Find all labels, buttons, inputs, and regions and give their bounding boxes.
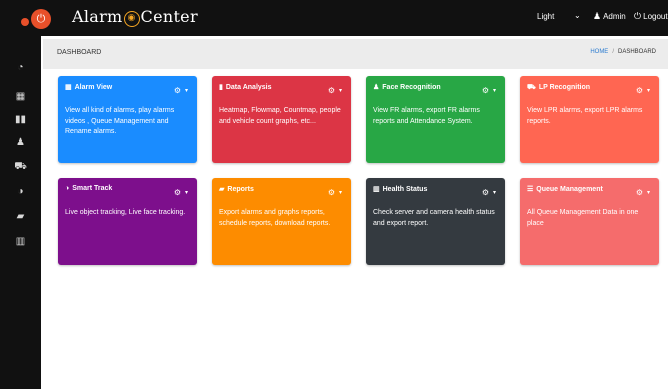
brand-text-center: Center: [140, 7, 198, 26]
gear-icon[interactable]: ⚙: [328, 86, 335, 95]
user-icon: ♟: [593, 11, 602, 21]
top-navbar: ⏻ Alarm ◉ Center Light ⌄ ♟ Admin ⏻ Logout: [0, 0, 668, 36]
logout-label: Logout: [643, 12, 668, 21]
logout-button[interactable]: ⏻ Logout: [634, 11, 668, 22]
user-icon[interactable]: ♟: [0, 137, 41, 148]
gear-icon[interactable]: ⚙: [328, 188, 335, 197]
admin-label: Admin: [603, 12, 626, 21]
card-title-label: Queue Management: [536, 186, 603, 193]
card-description: Live object tracking, Live face tracking…: [65, 209, 186, 216]
card-title: ☰ Queue Management: [527, 185, 603, 193]
card-title: ⛟ LP Recognition: [527, 83, 590, 92]
card-title: ▥ Health Status: [373, 185, 427, 193]
card-description: Check server and camera health status an…: [373, 209, 495, 227]
map-icon: ▮: [219, 84, 223, 91]
admin-menu[interactable]: ♟ Admin: [593, 11, 626, 22]
chevron-down-icon[interactable]: ⌄: [574, 11, 581, 20]
card-description: View LPR alarms, export LPR alarms repor…: [527, 107, 643, 125]
caret-down-icon[interactable]: ▾: [339, 87, 342, 94]
card-title-label: LP Recognition: [538, 84, 591, 91]
map-icon[interactable]: ▮▮: [0, 114, 41, 125]
user-icon: ♟: [373, 84, 380, 91]
page-title: DASHBOARD: [57, 49, 102, 56]
caret-down-icon[interactable]: ▾: [493, 189, 496, 196]
card-description: Heatmap, Flowmap, Countmap, people and v…: [219, 107, 341, 125]
breadcrumb: DASHBOARD HOME / DASHBOARD: [43, 39, 668, 69]
card-queue-management[interactable]: ☰ Queue Management ⚙ ▾ All Queue Management …: [520, 178, 659, 265]
app-root: ⏻ Alarm ◉ Center Light ⌄ ♟ Admin ⏻ Logout ◔ ▦…: [0, 0, 668, 389]
bell-icon: ◉: [123, 11, 140, 27]
file-icon[interactable]: ▰: [0, 211, 41, 222]
dashboard-icon[interactable]: ◔: [0, 62, 41, 73]
logout-icon: ⏻: [634, 11, 642, 21]
caret-down-icon[interactable]: ▾: [185, 87, 188, 94]
gear-icon[interactable]: ⚙: [636, 86, 643, 95]
caret-down-icon[interactable]: ▾: [647, 87, 650, 94]
contrast-icon: ◑: [65, 185, 70, 192]
gear-icon[interactable]: ⚙: [482, 86, 489, 95]
calendar-icon: ▦: [65, 84, 72, 91]
gear-icon[interactable]: ⚙: [636, 188, 643, 197]
card-description: All Queue Management Data in one place: [527, 209, 639, 227]
caret-down-icon[interactable]: ▾: [647, 189, 650, 196]
file-icon: ▰: [219, 186, 225, 193]
logo-dot: [21, 18, 29, 26]
breadcrumb-separator: /: [612, 49, 614, 55]
card-title-label: Health Status: [382, 186, 428, 193]
card-reports[interactable]: ▰ Reports ⚙ ▾ Export alarms and graphs repor…: [212, 178, 351, 265]
caret-down-icon[interactable]: ▾: [185, 189, 188, 196]
card-title: ◑ Smart Track: [65, 185, 112, 192]
brand-text-alarm: Alarm: [72, 7, 123, 26]
card-alarm-view[interactable]: ▦ Alarm View ⚙ ▾ View all kind of alarms, pl…: [58, 76, 197, 163]
card-description: Export alarms and graphs reports, schedu…: [219, 209, 331, 227]
gear-icon[interactable]: ⚙: [174, 188, 181, 197]
breadcrumb-current: DASHBOARD: [617, 49, 656, 55]
car-icon: ⛟: [527, 84, 536, 91]
card-title: ♟ Face Recognition: [373, 83, 441, 91]
gear-icon[interactable]: ⚙: [482, 188, 489, 197]
car-icon[interactable]: ⛟: [0, 161, 41, 174]
card-face-recognition[interactable]: ♟ Face Recognition ⚙ ▾ View FR alarms, expor…: [366, 76, 505, 163]
caret-down-icon[interactable]: ▾: [493, 87, 496, 94]
card-title-label: Reports: [227, 186, 254, 193]
card-title-label: Alarm View: [74, 84, 113, 91]
card-description: View all kind of alarms, play alarms vid…: [65, 107, 175, 135]
breadcrumb-trail: HOME / DASHBOARD: [590, 49, 656, 55]
card-title: ▰ Reports: [219, 185, 254, 193]
caret-down-icon[interactable]: ▾: [339, 189, 342, 196]
theme-select[interactable]: Light: [537, 12, 554, 21]
card-title: ▮ Data Analysis: [219, 83, 272, 91]
card-lp-recognition[interactable]: ⛟ LP Recognition ⚙ ▾ View LPR alarms, export…: [520, 76, 659, 163]
card-data-analysis[interactable]: ▮ Data Analysis ⚙ ▾ Heatmap, Flowmap, Countm…: [212, 76, 351, 163]
card-description: View FR alarms, export FR alarms reports…: [373, 107, 480, 125]
grid-icon[interactable]: ▦: [0, 91, 41, 102]
card-title-label: Smart Track: [72, 185, 113, 192]
gear-icon[interactable]: ⚙: [174, 86, 181, 95]
chart-icon[interactable]: ▥: [0, 236, 41, 247]
sidebar: ◔ ▦ ▮▮ ♟ ⛟ ◑ ▰ ▥: [0, 36, 41, 389]
card-health-status[interactable]: ▥ Health Status ⚙ ▾ Check server and camera …: [366, 178, 505, 265]
card-title-label: Face Recognition: [382, 84, 441, 91]
card-title: ▦ Alarm View: [65, 83, 112, 91]
power-icon[interactable]: ⏻: [31, 9, 51, 29]
brand-title: Alarm ◉ Center: [72, 7, 198, 27]
card-title-label: Data Analysis: [225, 84, 272, 91]
contrast-icon[interactable]: ◑: [0, 186, 41, 197]
list-icon: ☰: [527, 186, 534, 193]
breadcrumb-home-link[interactable]: HOME: [590, 49, 608, 55]
card-smart-track[interactable]: ◑ Smart Track ⚙ ▾ Live object tracking, Live…: [58, 178, 197, 265]
chart-icon: ▥: [373, 186, 380, 193]
